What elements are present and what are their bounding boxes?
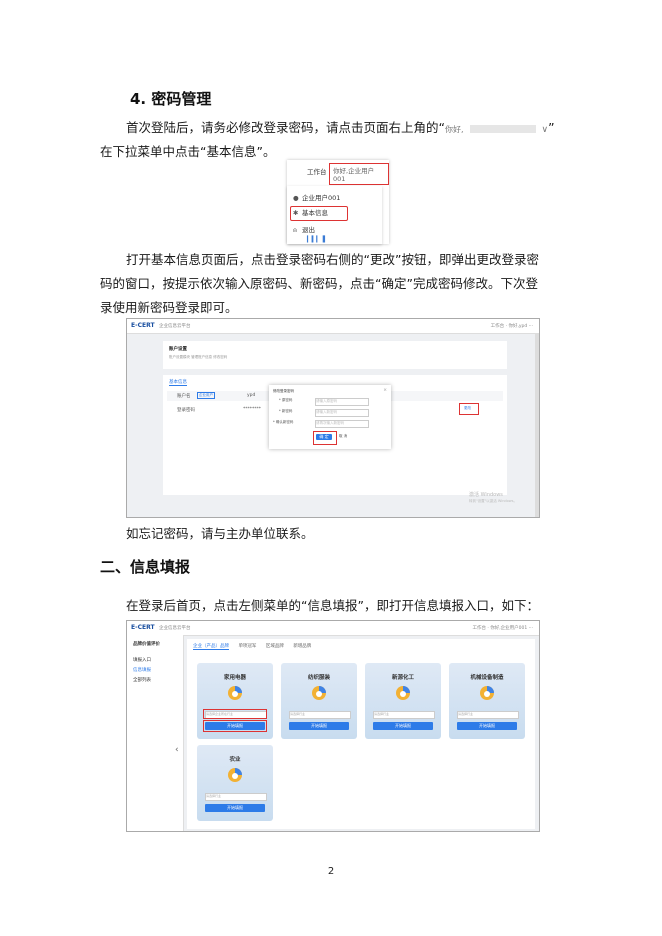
confirm-password-input[interactable]: 请再次输入新密码 <box>315 420 369 428</box>
highlight-box <box>290 206 348 221</box>
tabs: 企业（产品）品牌 单项冠军 区域品牌 新增品牌 <box>193 643 319 650</box>
old-password-input[interactable]: 请输入原密码 <box>315 398 369 406</box>
category-icon <box>228 768 242 782</box>
category-card: 家用电器 请选择企业所在行业 开始填报 <box>197 663 273 739</box>
section-heading-password: 4. 密码管理 <box>130 90 212 108</box>
start-fill-button[interactable]: 开始填报 <box>289 722 349 730</box>
para-forgot-password: 如忘记密码，请与主办单位联系。 <box>126 526 314 541</box>
screenshot-info-fill: E-CERT 企业信息云平台 工作台 · 你好,企业用户001 ··· 品牌价值… <box>126 620 540 832</box>
start-fill-button[interactable]: 开始填报 <box>205 804 265 812</box>
sidebar-item-entry[interactable]: 填报入口 <box>133 657 151 663</box>
tab-enterprise-brand[interactable]: 企业（产品）品牌 <box>193 643 229 650</box>
category-card: 农业 请选择行业 开始填报 <box>197 745 273 821</box>
collapse-sidebar-icon[interactable]: ‹ <box>175 745 179 755</box>
close-icon[interactable]: × <box>383 388 387 393</box>
para-change-password-line1: 打开基本信息页面后，点击登录密码右侧的“更改”按钮，即弹出更改登录密 <box>126 252 539 267</box>
category-icon <box>396 686 410 700</box>
category-icon <box>480 686 494 700</box>
para-info-fill: 在登录后首页，点击左侧菜单的“信息填报”，即打开信息填报入口，如下： <box>126 598 539 613</box>
category-icon <box>228 686 242 700</box>
screenshot-user-dropdown: 工作台 你好,企业用户001 ● 企业用户001 ✱ 基本信息 ⍝ 退出 ▎▍▎ ▌ <box>287 160 389 244</box>
category-card: 纺织服装 请选择行业 开始填报 <box>281 663 357 739</box>
para-password-intro-line1: 首次登陆后，请务必修改登录密码，请点击页面右上角的“你好, ∨” <box>126 120 555 135</box>
screenshot-change-password: E-CERT 企业信息云平台 工作台 · 你好,ypd ··· 账户设置 账户设… <box>126 318 540 518</box>
sidebar-item-info-fill[interactable]: 信息填报 <box>133 667 151 673</box>
highlight-box <box>203 709 267 719</box>
menu-item-logout[interactable]: ⍝ 退出 <box>293 224 315 236</box>
category-card: 新源化工 请选择行业 开始填报 <box>365 663 441 739</box>
app-header: E-CERT 企业信息云平台 工作台 · 你好,企业用户001 ··· <box>127 621 539 636</box>
tab-champion[interactable]: 单项冠军 <box>238 643 256 649</box>
category-icon <box>312 686 326 700</box>
ok-button[interactable]: 确 定 <box>316 434 332 440</box>
tab-basic-info[interactable]: 基本信息 <box>169 379 187 386</box>
bar-chart-icon: ▎▍▎ ▌ <box>307 236 328 243</box>
para-change-password-line2: 码的窗口，按提示依次输入原密码、新密码，点击“确定”完成密码修改。下次登 <box>100 276 538 291</box>
menu-item-user[interactable]: ● 企业用户001 <box>293 192 340 204</box>
industry-select[interactable]: 请选择行业 <box>373 711 435 719</box>
tab-new[interactable]: 新增品牌 <box>293 643 311 649</box>
scrollbar[interactable] <box>535 333 539 517</box>
blurred-username <box>469 124 536 133</box>
change-password-modal: 修改登录密码 × * 原密码 请输入原密码 * 新密码 请输入新密码 * 确认新… <box>269 385 391 449</box>
main-panel: 企业（产品）品牌 单项冠军 区域品牌 新增品牌 家用电器 请选择企业所在行业 开… <box>187 639 535 829</box>
user-chip[interactable]: 你好,企业用户001 <box>329 163 389 185</box>
page-number: 2 <box>327 866 335 877</box>
account-settings-card: 账户设置 账户设置模块 管理账户信息 修改密码 <box>163 341 507 369</box>
logo: E-CERT <box>131 624 155 631</box>
sidebar: 品牌价值评价 填报入口 信息填报 全部列表 <box>127 635 184 831</box>
tab-regional[interactable]: 区域品牌 <box>266 643 284 649</box>
start-fill-button[interactable]: 开始填报 <box>373 722 433 730</box>
start-fill-button[interactable]: 开始填报 <box>457 722 517 730</box>
cancel-button[interactable]: 取 消 <box>339 434 347 439</box>
new-password-input[interactable]: 请输入新密码 <box>315 409 369 417</box>
para-password-intro-line2: 在下拉菜单中点击“基本信息”。 <box>100 144 276 159</box>
industry-select[interactable]: 请选择行业 <box>289 711 351 719</box>
category-card: 机械设备制造 请选择行业 开始填报 <box>449 663 525 739</box>
section-heading-info-fill: 二、信息填报 <box>100 558 191 576</box>
user-dropdown-menu: ● 企业用户001 ✱ 基本信息 ⍝ 退出 ▎▍▎ ▌ <box>287 186 382 244</box>
user-icon: ● <box>293 194 299 202</box>
para-change-password-line3: 录使用新密码登录即可。 <box>100 300 238 315</box>
change-password-button[interactable]: 更改 <box>459 403 479 415</box>
sidebar-item-list[interactable]: 全部列表 <box>133 677 151 683</box>
industry-select[interactable]: 请选择行业 <box>457 711 519 719</box>
app-header: E-CERT 企业信息云平台 工作台 · 你好,ypd ··· <box>127 319 539 334</box>
logo: E-CERT <box>131 322 155 329</box>
highlight-box <box>203 720 267 732</box>
industry-select[interactable]: 请选择行业 <box>205 793 267 801</box>
logout-icon: ⍝ <box>293 226 297 234</box>
